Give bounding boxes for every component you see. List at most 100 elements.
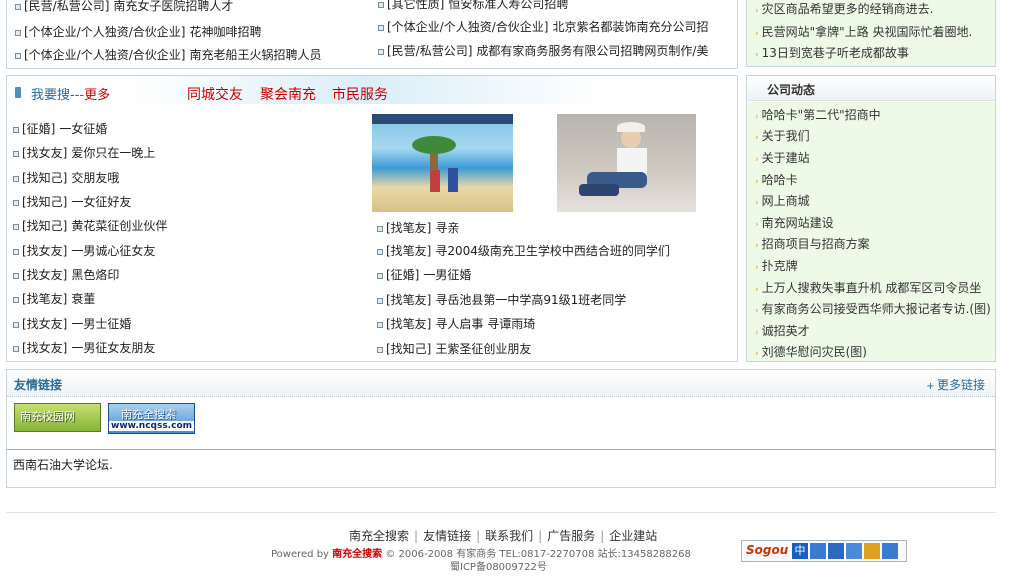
tab-gathering[interactable]: 聚会南充	[260, 84, 316, 104]
company-news-title: 公司动态	[767, 83, 816, 97]
bullet-icon	[378, 48, 384, 55]
news-item[interactable]: › 13日到宽巷子听老成都故事	[755, 45, 909, 63]
list-item[interactable]: [征婚] 一男征婚	[377, 267, 471, 283]
game-screenshot-photo[interactable]	[372, 114, 513, 212]
news-item[interactable]: › 招商项目与招商方案	[755, 236, 870, 254]
list-item[interactable]: [民营/私营公司] 南充女子医院招聘人才	[15, 0, 233, 14]
bullet-icon	[13, 345, 19, 352]
bullet-icon	[13, 296, 19, 303]
footer-link-contact[interactable]: 联系我们	[485, 529, 533, 543]
more-links-button[interactable]: + 更多链接	[926, 376, 985, 393]
list-item[interactable]: [个体企业/个人独资/合伙企业] 北京紫名都装饰南充分公司招	[378, 19, 708, 35]
arrow-icon: ›	[755, 306, 759, 316]
arrow-icon: ›	[755, 29, 759, 39]
list-item[interactable]: [找女友] 一男征女友朋友	[13, 340, 155, 356]
list-item[interactable]: [找知己] 交朋友哦	[13, 170, 119, 186]
news-item[interactable]: › 刘德华慰问灾民(图)	[755, 344, 867, 362]
news-item[interactable]: › 南充网站建设	[755, 215, 834, 233]
list-item[interactable]: [找笔友] 寻人启事 寻谭雨琦	[377, 316, 535, 332]
banner-ncqss[interactable]: 南充全搜索 www.ncqss.com	[108, 403, 195, 434]
text-link[interactable]: 西南石油大学论坛.	[13, 456, 113, 473]
search-title[interactable]: 我要搜	[31, 88, 70, 103]
plus-icon: +	[926, 381, 935, 392]
bullet-icon	[377, 225, 383, 232]
news-item[interactable]: › 关于我们	[755, 128, 810, 146]
arrow-icon: ›	[755, 285, 759, 295]
news-item[interactable]: › 灾区商品希望更多的经销商进去.	[755, 1, 933, 19]
bullet-icon	[13, 126, 19, 133]
bullet-icon	[378, 1, 384, 8]
news-item[interactable]: › 有家商务公司接受西华师大报记者专访.(图)	[755, 301, 991, 319]
bullet-icon	[13, 248, 19, 255]
woman-photo[interactable]	[557, 114, 696, 212]
list-item[interactable]: [找女友] 一男诚心征女友	[13, 243, 155, 259]
header-marker-icon	[15, 87, 21, 98]
news-item[interactable]: › 上万人搜救失事直升机 成都军区司令员坐	[755, 280, 981, 298]
sogou-logo: Sogou	[746, 543, 789, 557]
list-item[interactable]: [其它性质] 恒安标准人寿公司招聘	[378, 0, 568, 12]
list-item[interactable]: [个体企业/个人独资/合伙企业] 花神咖啡招聘	[15, 24, 261, 40]
bullet-icon	[13, 199, 19, 206]
arrow-icon: ›	[755, 241, 759, 251]
list-item[interactable]: [民营/私营公司] 成都有家商务服务有限公司招聘网页制作/美	[378, 43, 708, 59]
news-item[interactable]: › 哈哈卡"第二代"招商中	[755, 107, 881, 125]
powered-brand[interactable]: 南充全搜索	[332, 549, 382, 560]
tab-dating[interactable]: 同城交友	[187, 84, 243, 104]
list-item[interactable]: [找知己] 一女征好友	[13, 194, 131, 210]
banner-ncxyw[interactable]: 南充校园网	[14, 403, 101, 432]
bullet-icon	[13, 272, 19, 279]
news-item[interactable]: › 网上商城	[755, 193, 810, 211]
news-item[interactable]: › 关于建站	[755, 150, 810, 168]
bullet-icon	[377, 321, 383, 328]
footer-links: 南充全搜索 | 友情链接 | 联系我们 | 广告服务 | 企业建站	[349, 529, 658, 543]
arrow-icon: ›	[755, 155, 759, 165]
news-item[interactable]: › 民营网站"拿牌"上路 央视国际忙着圈地.	[755, 24, 972, 42]
search-section: 我要搜---更多 同城交友 聚会南充 市民服务 [征婚] 一女征婚 [找女友] 爱你…	[6, 75, 738, 362]
footer-divider	[6, 512, 996, 513]
list-item[interactable]: [找知己] 黄花菜征创业伙伴	[13, 218, 167, 234]
bullet-icon	[15, 3, 21, 10]
bullet-icon	[13, 150, 19, 157]
list-item[interactable]: [找笔友] 衰董	[13, 291, 95, 307]
footer-link-home[interactable]: 南充全搜索	[349, 529, 409, 543]
arrow-icon: ›	[755, 328, 759, 338]
more-link[interactable]: 更多	[84, 88, 110, 103]
list-item[interactable]: [个体企业/个人独资/合伙企业] 南充老船王火锅招聘人员	[15, 47, 321, 63]
tools-icon	[882, 543, 898, 559]
chinese-input-icon: 中	[792, 543, 808, 559]
friend-links-box: 友情链接 + 更多链接 南充校园网 南充全搜索 www.ncqss.com 西南石…	[6, 369, 996, 488]
arrow-icon: ›	[755, 263, 759, 273]
bullet-icon	[377, 272, 383, 279]
friend-links-header	[7, 370, 995, 397]
arrow-icon: ›	[755, 220, 759, 230]
news-item[interactable]: › 诚招英才	[755, 323, 810, 341]
list-item[interactable]: [找女友] 爱你只在一晚上	[13, 145, 155, 161]
arrow-icon: ›	[755, 112, 759, 122]
news-item[interactable]: › 扑克牌	[755, 258, 798, 276]
list-item[interactable]: [找女友] 黑色烙印	[13, 267, 119, 283]
divider	[7, 449, 995, 450]
bullet-icon	[15, 29, 21, 36]
keyboard-icon	[846, 543, 862, 559]
footer-link-ads[interactable]: 广告服务	[547, 529, 595, 543]
icp-text[interactable]: 蜀ICP备08009722号	[450, 558, 547, 573]
arrow-icon: ›	[755, 349, 759, 359]
arrow-icon: ›	[755, 50, 759, 60]
list-item[interactable]: [找笔友] 寻2004级南充卫生学校中西结合班的同学们	[377, 243, 670, 259]
list-item[interactable]: [找女友] 一男士征婚	[13, 316, 131, 332]
sogou-toolbar[interactable]: Sogou 中	[741, 540, 907, 562]
bullet-icon	[13, 223, 19, 230]
footer-link-friend[interactable]: 友情链接	[423, 529, 471, 543]
list-item[interactable]: [找笔友] 寻岳池县第一中学高91级1班老同学	[377, 292, 626, 308]
top-right-news-box: › 灾区商品希望更多的经销商进去. › 民营网站"拿牌"上路 央视国际忙着圈地. ›…	[746, 0, 996, 67]
top-jobs-box: [民营/私营公司] 南充女子医院招聘人才 [个体企业/个人独资/合伙企业] 花神咖啡…	[6, 0, 738, 69]
arrow-icon: ›	[755, 198, 759, 208]
news-item[interactable]: › 哈哈卡	[755, 172, 798, 190]
list-item[interactable]: [找笔友] 寻亲	[377, 220, 459, 236]
skin-icon	[864, 543, 880, 559]
footer-link-site[interactable]: 企业建站	[609, 529, 657, 543]
list-item[interactable]: [征婚] 一女征婚	[13, 121, 107, 137]
company-news-box: 公司动态 › 哈哈卡"第二代"招商中 › 关于我们 › 关于建站 › 哈哈卡 › 网上商城…	[746, 75, 996, 362]
tab-citizen-service[interactable]: 市民服务	[332, 84, 388, 104]
list-item[interactable]: [找知己] 王紫圣征创业朋友	[377, 341, 531, 357]
